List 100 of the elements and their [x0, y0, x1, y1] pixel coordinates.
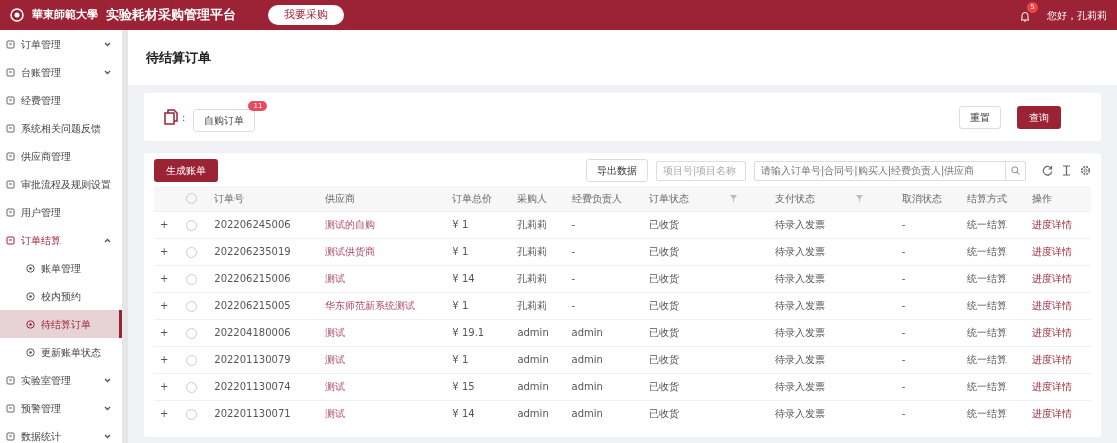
- menu-item-icon: [6, 67, 15, 77]
- bell-icon[interactable]: [1019, 9, 1031, 22]
- details-link[interactable]: 进度详情: [1031, 381, 1072, 392]
- details-link[interactable]: 进度详情: [1031, 300, 1072, 311]
- query-button[interactable]: 查询: [1017, 105, 1061, 129]
- table-cell: 202206215006: [214, 273, 291, 284]
- table-cell: 已收货: [649, 273, 680, 284]
- project-input-field[interactable]: 项目号|项目名称: [656, 160, 746, 181]
- table-cell: ¥ 14: [452, 273, 475, 284]
- expand-toggle[interactable]: +: [160, 408, 169, 420]
- sidebar-item[interactable]: 预警管理: [0, 394, 122, 422]
- sidebar-item[interactable]: 审批流程及规则设置: [0, 170, 122, 198]
- column-header: 经费负责人: [571, 192, 622, 204]
- supplier-link[interactable]: 测试供货商: [324, 246, 375, 257]
- expand-toggle[interactable]: +: [160, 219, 169, 230]
- supplier-link[interactable]: 华东师范新系统测试: [324, 300, 415, 311]
- table-cell: 待录入发票: [775, 354, 826, 365]
- sidebar-subitem[interactable]: 更新账单状态: [0, 338, 122, 366]
- table-cell: -: [901, 381, 906, 392]
- table-cell: 统一结算: [966, 408, 1007, 420]
- table-cell: 待录入发票: [775, 273, 826, 284]
- supplier-link[interactable]: 测试: [324, 381, 345, 392]
- table-cell: 孔莉莉: [517, 219, 548, 230]
- refresh-icon[interactable]: [1042, 165, 1053, 176]
- table-cell: -: [571, 246, 576, 257]
- details-link[interactable]: 进度详情: [1031, 354, 1072, 365]
- table-cell: ¥ 1: [452, 300, 469, 311]
- table-cell: -: [901, 219, 906, 230]
- table-cell: 已收货: [649, 408, 680, 420]
- table-cell: 孔莉莉: [517, 300, 548, 311]
- menu-item-icon: [6, 235, 15, 245]
- table-cell: 统一结算: [966, 381, 1007, 392]
- expand-toggle[interactable]: +: [160, 273, 169, 284]
- supplier-link[interactable]: 测试的自购: [324, 219, 375, 230]
- details-link[interactable]: 进度详情: [1031, 219, 1072, 230]
- table-cell: ¥ 14: [452, 408, 475, 420]
- search-icon[interactable]: [1011, 166, 1020, 175]
- details-link[interactable]: 进度详情: [1031, 273, 1072, 284]
- sidebar-item[interactable]: 订单管理: [0, 30, 122, 58]
- table-cell: 已收货: [649, 246, 680, 257]
- sidebar-item[interactable]: 系统相关问题反馈: [0, 114, 122, 142]
- sidebar-item[interactable]: 经费管理: [0, 86, 122, 114]
- sidebar-item[interactable]: 订单结算: [0, 226, 122, 254]
- sidebar-item[interactable]: 数据统计: [0, 422, 122, 443]
- sidebar-subitem[interactable]: 校内预约: [0, 282, 122, 310]
- table-cell: 统一结算: [966, 300, 1007, 311]
- menu-item-icon: [6, 207, 15, 217]
- order-type-tag[interactable]: 自购订单: [193, 108, 256, 132]
- sidebar-item[interactable]: 台账管理: [0, 58, 122, 86]
- expand-toggle[interactable]: +: [160, 381, 169, 392]
- table-cell: 202201130071: [214, 408, 291, 420]
- menu-item-icon: [6, 151, 15, 161]
- table-cell: -: [901, 300, 906, 311]
- circle-dot-icon: [26, 319, 35, 329]
- expand-toggle[interactable]: +: [160, 246, 169, 257]
- sidebar-subitem[interactable]: 账单管理: [0, 254, 122, 282]
- supplier-link[interactable]: 测试: [324, 354, 345, 365]
- table-cell: admin: [517, 354, 549, 365]
- generate-bill-button[interactable]: 生成账单: [154, 159, 218, 182]
- supplier-link[interactable]: 测试: [324, 408, 345, 420]
- table-cell: 已收货: [649, 300, 680, 311]
- sidebar-item[interactable]: 实验室管理: [0, 366, 122, 394]
- expand-toggle[interactable]: +: [160, 300, 169, 311]
- reset-button[interactable]: 重置: [959, 105, 1001, 129]
- column-header: 采购人: [517, 192, 548, 204]
- supplier-link[interactable]: 测试: [324, 273, 345, 284]
- table-cell: admin: [517, 381, 549, 392]
- user-greeting[interactable]: 您好，孔莉莉: [1047, 7, 1107, 23]
- details-link[interactable]: 进度详情: [1031, 408, 1072, 420]
- column-header: 支付状态: [775, 192, 816, 204]
- table-cell: ¥ 19.1: [452, 327, 485, 338]
- table-cell: 待录入发票: [775, 219, 826, 230]
- table-cell: 已收货: [649, 354, 680, 365]
- separator-text: :: [182, 110, 186, 125]
- purchase-button[interactable]: 我要采购: [268, 4, 344, 26]
- table-cell: 待录入发票: [775, 408, 826, 420]
- sidebar-subitem[interactable]: 待结算订单: [0, 310, 122, 338]
- expand-toggle[interactable]: +: [160, 327, 169, 338]
- column-header: 订单号: [214, 192, 245, 204]
- table-cell: 202206245006: [214, 219, 291, 230]
- table-cell: 已收货: [649, 327, 680, 338]
- details-link[interactable]: 进度详情: [1031, 246, 1072, 257]
- table-cell: 待录入发票: [775, 300, 826, 311]
- export-button[interactable]: 导出数据: [586, 159, 648, 182]
- supplier-link[interactable]: 测试: [324, 327, 345, 338]
- expand-toggle[interactable]: +: [160, 354, 169, 365]
- table-cell: ¥ 15: [452, 381, 475, 392]
- menu-item-icon: [6, 431, 15, 441]
- search-field[interactable]: 请输入订单号|合同号|购买人|经费负责人|供应商: [754, 160, 1026, 181]
- table-cell: -: [901, 273, 906, 284]
- menu-item-icon: [6, 39, 15, 49]
- line-height-icon[interactable]: [1061, 165, 1072, 176]
- sidebar-item[interactable]: 供应商管理: [0, 142, 122, 170]
- column-header: 订单状态: [649, 192, 690, 204]
- menu-item-icon: [6, 95, 15, 105]
- page-title: 待结算订单: [128, 30, 1117, 85]
- details-link[interactable]: 进度详情: [1031, 327, 1072, 338]
- sidebar-item[interactable]: 用户管理: [0, 198, 122, 226]
- table-cell: admin: [571, 327, 603, 338]
- settings-icon[interactable]: [1080, 165, 1091, 176]
